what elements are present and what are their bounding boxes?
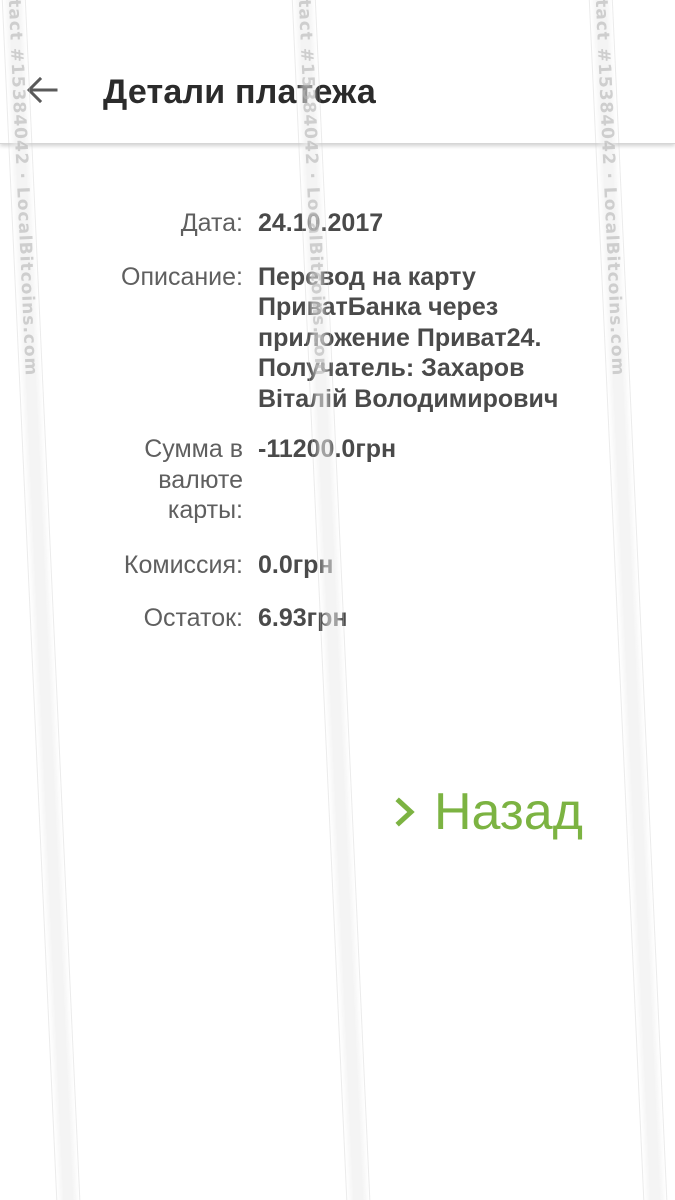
detail-row-description: Описание: Перевод на карту ПриватБанка ч… xyxy=(0,262,675,415)
back-button[interactable]: Назад xyxy=(390,780,583,844)
detail-row-balance: Остаток: 6.93грн xyxy=(0,603,675,634)
description-label: Описание: xyxy=(121,262,243,291)
detail-row-date: Дата: 24.10.2017 xyxy=(0,208,675,239)
back-button-label: Назад xyxy=(434,783,583,841)
detail-row-commission: Комиссия: 0.0грн xyxy=(0,550,675,581)
detail-row-amount: Сумма в валюте карты: -11200.0грн xyxy=(0,434,675,526)
payment-details: Дата: 24.10.2017 Описание: Перевод на ка… xyxy=(0,208,675,657)
app-bar: Детали платежа xyxy=(0,0,675,144)
amount-value: -11200.0грн xyxy=(258,435,397,463)
amount-label: Сумма в валюте карты: xyxy=(144,435,243,524)
chevron-right-icon xyxy=(390,792,420,832)
arrow-left-icon xyxy=(26,76,58,104)
commission-label: Комиссия: xyxy=(123,550,243,579)
date-label: Дата: xyxy=(180,209,243,237)
balance-value: 6.93грн xyxy=(258,604,348,632)
back-arrow-icon[interactable] xyxy=(22,70,62,110)
date-value: 24.10.2017 xyxy=(258,209,384,237)
commission-value: 0.0грн xyxy=(258,550,334,579)
balance-label: Остаток: xyxy=(143,604,243,632)
description-value: Перевод на карту ПриватБанка через прило… xyxy=(258,262,559,413)
page-title: Детали платежа xyxy=(103,73,376,111)
